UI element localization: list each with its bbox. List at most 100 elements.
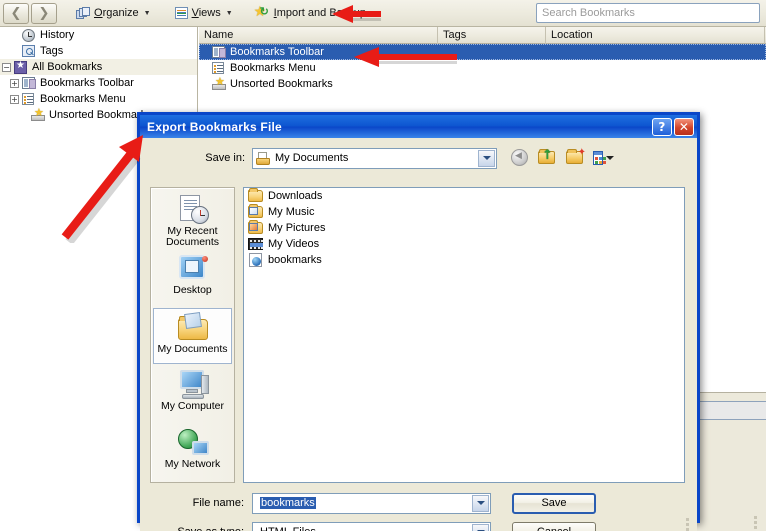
sidebar-item-history[interactable]: History <box>0 27 197 43</box>
navigation-buttons: ❮ ❯ <box>3 2 57 24</box>
all-bookmarks-icon <box>14 60 28 74</box>
save-as-type-dropdown[interactable]: HTML Files <box>252 521 491 531</box>
place-my-recent-documents[interactable]: My Recent Documents <box>153 192 232 248</box>
chevron-down-icon[interactable] <box>478 149 495 167</box>
tag-icon <box>22 44 36 58</box>
expand-twisty-icon[interactable]: + <box>10 78 19 88</box>
column-header-name[interactable]: Name <box>199 26 438 44</box>
column-header-location[interactable]: Location <box>546 26 765 44</box>
places-bar: My Recent Documents Desktop My Documents <box>150 187 235 483</box>
place-label: My Computer <box>160 400 224 412</box>
organize-button[interactable]: Organize ▼ <box>71 2 156 24</box>
collapse-twisty-icon[interactable]: − <box>2 62 11 72</box>
sidebar-item-bookmarks-toolbar[interactable]: + Bookmarks Toolbar <box>0 75 197 91</box>
new-folder-icon[interactable]: ✦ <box>565 148 586 168</box>
back-button[interactable]: ❮ <box>3 2 29 24</box>
help-button[interactable]: ? <box>652 117 672 136</box>
table-row[interactable]: Bookmarks Toolbar <box>199 44 766 60</box>
chevron-down-icon: ▼ <box>371 9 378 17</box>
place-label: Desktop <box>173 284 212 296</box>
file-name: My Videos <box>268 238 320 250</box>
up-one-level-icon[interactable]: ↑ <box>537 148 558 168</box>
file-list[interactable]: Downloads My Music My Pictures My Videos… <box>243 187 685 483</box>
place-my-documents[interactable]: My Documents <box>153 308 232 364</box>
views-button[interactable]: Views ▼ <box>170 2 238 24</box>
file-name: My Music <box>268 206 315 218</box>
bookmarks-menu-icon <box>22 92 36 106</box>
dialog-footer: File name: bookmarks Save Save as type: … <box>140 492 697 531</box>
screen: Name Tags Location Bookmarks Toolbar Boo… <box>0 0 766 531</box>
save-as-type-label: Save as type: <box>140 526 252 531</box>
file-name-label: File name: <box>192 497 244 509</box>
place-my-computer[interactable]: My Computer <box>153 366 232 422</box>
close-button[interactable]: ✕ <box>674 117 694 136</box>
list-item[interactable]: Downloads <box>244 188 684 204</box>
sidebar-item-label: History <box>40 29 75 41</box>
folder-icon <box>248 188 264 203</box>
row-label: Bookmarks Menu <box>230 62 316 74</box>
chevron-down-icon[interactable] <box>472 494 489 512</box>
pictures-folder-icon <box>248 220 264 235</box>
file-name: bookmarks <box>268 254 322 266</box>
save-button[interactable]: Save <box>512 492 596 514</box>
dialog-title: Export Bookmarks File <box>147 119 282 134</box>
dialog-nav-icons: ↑ ✦ <box>509 148 614 168</box>
row-label: Bookmarks Toolbar <box>230 46 324 58</box>
bookmarks-toolbar-icon <box>22 76 36 90</box>
chevron-left-icon: ❮ <box>10 5 22 21</box>
file-name: My Pictures <box>268 222 326 234</box>
import-and-backup-button[interactable]: ★ ↻ Import and Backup ▼ <box>250 2 383 24</box>
history-icon <box>22 28 36 42</box>
chevron-down-icon: ▼ <box>225 9 233 17</box>
expand-twisty-icon[interactable]: + <box>10 94 19 104</box>
table-row[interactable]: Bookmarks Menu <box>199 60 766 76</box>
save-in-dropdown[interactable]: My Documents <box>252 147 497 169</box>
list-item[interactable]: My Videos <box>244 236 684 252</box>
table-row[interactable]: ★ Unsorted Bookmarks <box>199 75 766 92</box>
list-item[interactable]: My Pictures <box>244 220 684 236</box>
sidebar-item-label: Tags <box>40 45 64 57</box>
sidebar-item-tags[interactable]: Tags <box>0 43 197 59</box>
chevron-right-icon: ❯ <box>38 5 50 21</box>
html-file-icon <box>248 253 264 267</box>
search-input[interactable]: Search Bookmarks <box>536 3 760 23</box>
file-name: Downloads <box>268 190 323 202</box>
cancel-button[interactable]: Cancel <box>512 521 596 531</box>
my-computer-icon <box>177 369 209 399</box>
file-name-value: bookmarks <box>260 497 316 509</box>
save-as-type-row: Save as type: HTML Files Cancel <box>140 521 697 531</box>
search-placeholder: Search Bookmarks <box>542 7 635 19</box>
dialog-title-bar[interactable]: Export Bookmarks File ? ✕ <box>140 115 697 138</box>
dialog-resize-grip[interactable] <box>686 518 695 531</box>
forward-button[interactable]: ❯ <box>31 2 57 24</box>
bookmarks-toolbar-icon <box>212 45 226 59</box>
place-label: My Documents <box>157 343 228 355</box>
recent-documents-icon <box>177 195 209 224</box>
list-item[interactable]: bookmarks <box>244 252 684 268</box>
place-desktop[interactable]: Desktop <box>153 250 232 306</box>
file-name-row: File name: bookmarks Save <box>140 492 697 514</box>
place-my-network[interactable]: My Network <box>153 424 232 480</box>
sidebar-item-bookmarks-menu[interactable]: + Bookmarks Menu <box>0 91 197 107</box>
unsorted-bookmarks-icon: ★ <box>212 75 226 91</box>
my-documents-icon <box>177 311 209 342</box>
sidebar-item-all-bookmarks[interactable]: − All Bookmarks <box>0 59 197 75</box>
views-menu-icon[interactable] <box>593 148 614 168</box>
list-item[interactable]: My Music <box>244 204 684 220</box>
views-label: Views <box>191 7 221 19</box>
import-and-backup-label: Import and Backup <box>273 7 367 19</box>
library-toolbar: ❮ ❯ Organize ▼ Views ▼ ★ ↻ Import and Ba… <box>0 0 766 27</box>
export-bookmarks-dialog: Export Bookmarks File ? ✕ Save in: My Do… <box>137 112 700 531</box>
back-icon[interactable] <box>509 148 530 168</box>
views-icon <box>174 7 188 19</box>
row-label: Unsorted Bookmarks <box>230 78 333 90</box>
chevron-down-icon: ▼ <box>143 9 151 17</box>
column-header-tags[interactable]: Tags <box>438 26 546 44</box>
file-name-input[interactable]: bookmarks <box>252 492 491 514</box>
chevron-down-icon[interactable] <box>472 523 489 531</box>
place-label: My Network <box>164 458 221 470</box>
place-label: My Recent Documents <box>165 225 220 248</box>
sidebar-item-label: All Bookmarks <box>32 61 103 73</box>
dialog-body: Save in: My Documents ↑ <box>140 147 697 531</box>
column-header-row: Name Tags Location <box>199 26 766 44</box>
